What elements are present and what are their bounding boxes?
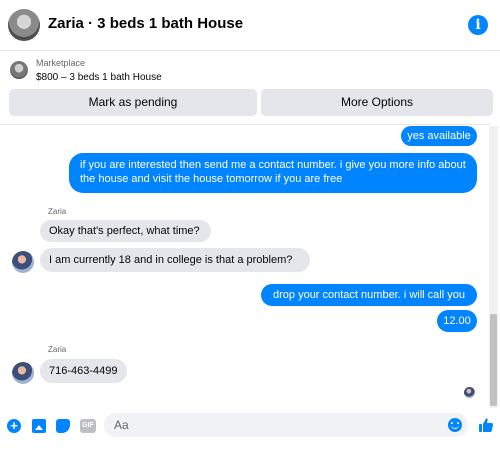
contact-avatar[interactable] — [8, 9, 40, 41]
scrollbar-thumb[interactable] — [490, 314, 497, 406]
message-input[interactable] — [104, 413, 468, 437]
chat-header: Zaria · 3 beds 1 bath House i — [0, 0, 500, 51]
marketplace-label: Marketplace — [36, 58, 86, 68]
message-bubble[interactable]: yes available — [401, 126, 477, 146]
sender-avatar[interactable] — [12, 251, 34, 273]
message-bubble[interactable]: Okay that's perfect, what time? — [40, 220, 211, 242]
listing-title[interactable]: $800 – 3 beds 1 bath House — [36, 72, 162, 83]
message-bubble[interactable]: I am currently 18 and in college is that… — [40, 248, 310, 272]
chat-title[interactable]: Zaria · 3 beds 1 bath House — [48, 15, 243, 32]
info-icon[interactable]: i — [468, 15, 488, 35]
message-bubble[interactable]: 12.00 — [437, 310, 477, 332]
mark-as-pending-button[interactable]: Mark as pending — [9, 89, 257, 116]
photo-icon[interactable] — [32, 419, 46, 433]
seen-indicator-avatar — [464, 387, 475, 398]
emoji-icon[interactable] — [448, 418, 462, 432]
gif-icon[interactable]: GIF — [80, 419, 96, 433]
thread-scrollbar[interactable] — [489, 126, 498, 408]
thumbs-up-icon[interactable] — [478, 417, 494, 433]
message-bubble[interactable]: drop your contact number. i will call yo… — [261, 284, 477, 306]
message-bubble[interactable]: 716-463-4499 — [40, 359, 127, 383]
message-bubble[interactable]: if you are interested then send me a con… — [69, 153, 477, 193]
sender-avatar[interactable] — [12, 362, 34, 384]
sender-name: Zaria — [48, 207, 67, 216]
sender-name: Zaria — [48, 345, 67, 354]
listing-thumbnail[interactable] — [10, 61, 28, 79]
plus-icon[interactable]: + — [7, 419, 21, 433]
more-options-button[interactable]: More Options — [261, 89, 493, 116]
divider — [0, 124, 490, 125]
